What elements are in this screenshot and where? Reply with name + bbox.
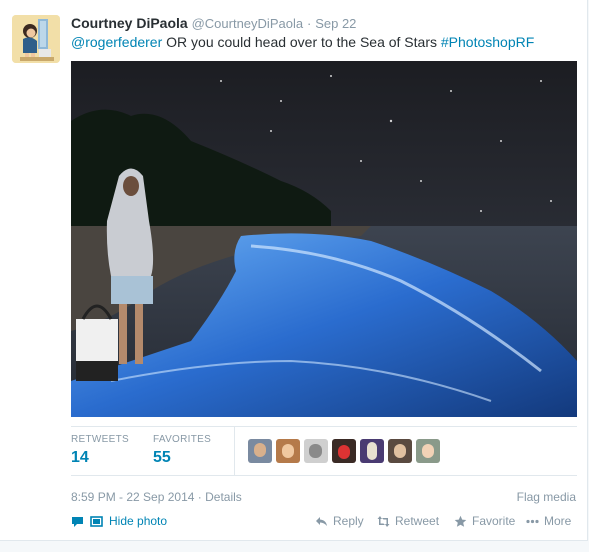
engager-avatar[interactable] — [360, 439, 384, 463]
engager-avatar[interactable] — [388, 439, 412, 463]
retweet-button[interactable]: Retweet — [377, 514, 439, 528]
hide-photo-button[interactable]: Hide photo — [71, 514, 167, 528]
retweets-stat[interactable]: RETWEETS 14 — [71, 434, 129, 467]
retweets-count[interactable]: 14 — [71, 449, 129, 467]
tweet-actions: Hide photo Reply Retweet Favorite More — [71, 514, 577, 532]
reply-button[interactable]: Reply — [315, 514, 364, 528]
tweet-card: Courtney DiPaola @CourtneyDiPaola · Sep … — [0, 0, 588, 541]
favorite-label: Favorite — [472, 514, 516, 528]
engager-avatar[interactable] — [416, 439, 440, 463]
favorites-count[interactable]: 55 — [153, 449, 211, 467]
engager-avatar[interactable] — [248, 439, 272, 463]
stats-divider — [234, 427, 235, 475]
retweet-icon — [377, 515, 390, 527]
meta-separator: · — [197, 490, 202, 504]
tweet-body: OR you could head over to the Sea of Sta… — [162, 34, 441, 50]
reply-label: Reply — [333, 514, 364, 528]
more-label: More — [544, 514, 572, 528]
retweet-label: Retweet — [395, 514, 440, 528]
user-avatar[interactable] — [12, 15, 60, 63]
tweet-meta: 8:59 PM - 22 Sep 2014 · Details — [71, 490, 242, 504]
separator-dot: · — [306, 16, 312, 31]
comment-icon — [72, 516, 83, 527]
more-button[interactable]: More — [526, 514, 571, 528]
engagement-avatars — [248, 439, 440, 463]
user-handle[interactable]: @CourtneyDiPaola — [192, 16, 303, 31]
tweet-timestamp[interactable]: 8:59 PM - 22 Sep 2014 — [71, 490, 194, 504]
favorites-label: FAVORITES — [153, 434, 212, 445]
favorite-button[interactable]: Favorite — [454, 514, 515, 528]
retweets-label: RETWEETS — [71, 434, 129, 445]
engager-avatar[interactable] — [276, 439, 300, 463]
star-icon — [454, 515, 467, 527]
more-dots-icon — [526, 519, 539, 523]
tweet-photo[interactable] — [71, 61, 577, 417]
mention-link[interactable]: @rogerfederer — [71, 34, 162, 50]
engager-avatar[interactable] — [332, 439, 356, 463]
tweet-header: Courtney DiPaola @CourtneyDiPaola · Sep … — [71, 15, 356, 31]
hide-photo-label: Hide photo — [109, 514, 168, 528]
hashtag-link[interactable]: #PhotoshopRF — [441, 34, 534, 50]
photo-icon — [90, 515, 103, 527]
tweet-stats: RETWEETS 14 FAVORITES 55 — [71, 426, 577, 476]
details-link[interactable]: Details — [205, 490, 242, 504]
tweet-text: @rogerfederer OR you could head over to … — [71, 34, 534, 50]
reply-icon — [316, 516, 327, 526]
user-name[interactable]: Courtney DiPaola — [71, 15, 188, 31]
flag-media-link[interactable]: Flag media — [517, 490, 576, 504]
tweet-date[interactable]: Sep 22 — [315, 16, 356, 31]
engager-avatar[interactable] — [304, 439, 328, 463]
favorites-stat[interactable]: FAVORITES 55 — [153, 434, 211, 467]
